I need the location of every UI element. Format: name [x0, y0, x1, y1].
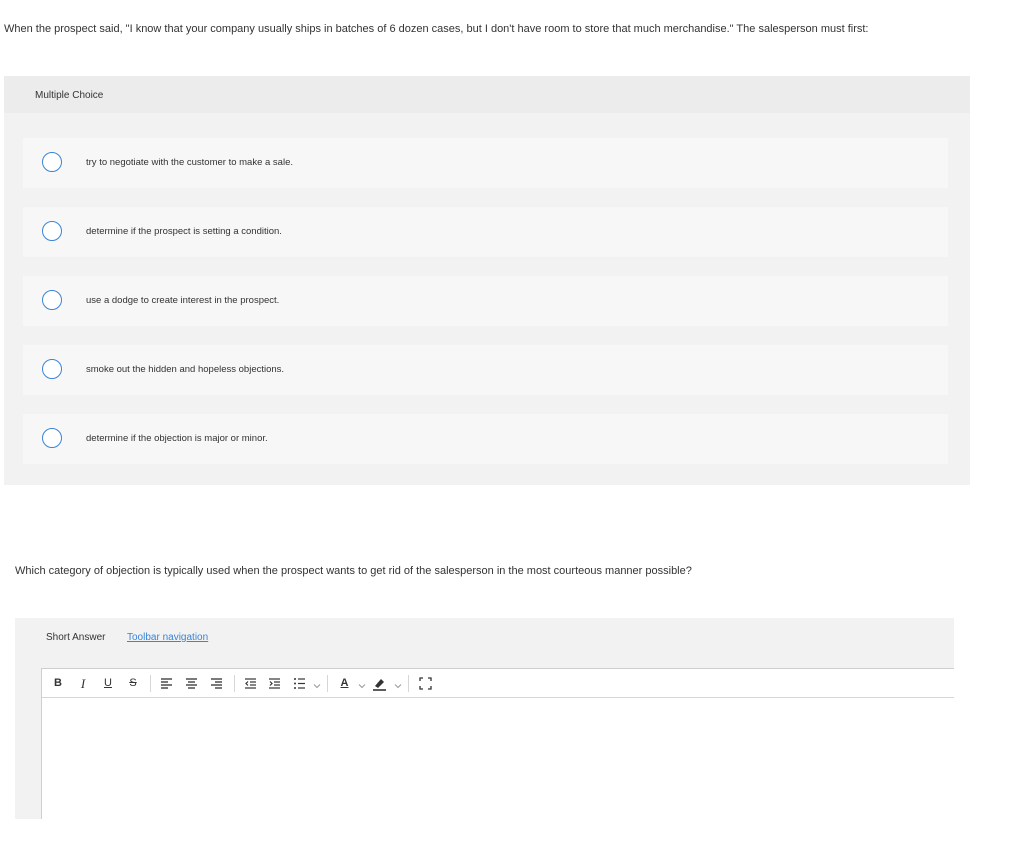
page: When the prospect said, "I know that you… [0, 0, 1024, 849]
radio-button[interactable] [42, 359, 62, 379]
align-center-icon[interactable] [185, 676, 198, 691]
radio-button[interactable] [42, 290, 62, 310]
editor-toolbar: B I U S A [42, 669, 954, 698]
indent-icon[interactable] [268, 676, 281, 691]
question-1-text: When the prospect said, "I know that you… [4, 23, 869, 35]
radio-button[interactable] [42, 221, 62, 241]
question-2-text: Which category of objection is typically… [15, 565, 692, 577]
toolbar-divider [234, 675, 235, 692]
option-3[interactable]: use a dodge to create interest in the pr… [23, 276, 948, 326]
bold-button[interactable]: B [52, 676, 64, 691]
question-type-label: Short Answer [46, 632, 106, 643]
toolbar-divider [150, 675, 151, 692]
short-answer-panel: Short Answer Toolbar navigation B I U S [15, 618, 954, 819]
fullscreen-icon[interactable] [419, 676, 432, 691]
font-color-button[interactable]: A [338, 676, 351, 691]
chevron-down-icon[interactable] [394, 678, 402, 689]
option-5[interactable]: determine if the objection is major or m… [23, 414, 948, 464]
toolbar-divider [408, 675, 409, 692]
toolbar-divider [327, 675, 328, 692]
option-label[interactable]: smoke out the hidden and hopeless object… [86, 364, 284, 375]
answer-text-area[interactable] [42, 698, 954, 819]
option-label[interactable]: use a dodge to create interest in the pr… [86, 295, 279, 306]
outdent-icon[interactable] [244, 676, 257, 691]
toolbar-navigation-link[interactable]: Toolbar navigation [127, 632, 208, 643]
radio-button[interactable] [42, 152, 62, 172]
question-type-label: Multiple Choice [35, 90, 104, 101]
bullet-list-icon[interactable] [293, 676, 306, 691]
align-left-icon[interactable] [160, 676, 173, 691]
rich-text-editor: B I U S A [41, 668, 954, 819]
option-1[interactable]: try to negotiate with the customer to ma… [23, 138, 948, 188]
strikethrough-button[interactable]: S [127, 676, 139, 691]
radio-button[interactable] [42, 428, 62, 448]
option-4[interactable]: smoke out the hidden and hopeless object… [23, 345, 948, 395]
option-label[interactable]: determine if the objection is major or m… [86, 433, 268, 444]
option-label[interactable]: try to negotiate with the customer to ma… [86, 157, 293, 168]
chevron-down-icon[interactable] [358, 678, 366, 689]
chevron-down-icon[interactable] [313, 678, 321, 689]
underline-button[interactable]: U [102, 676, 114, 691]
highlighter-icon[interactable] [372, 676, 387, 691]
multiple-choice-header: Multiple Choice [4, 76, 970, 113]
option-2[interactable]: determine if the prospect is setting a c… [23, 207, 948, 257]
option-label[interactable]: determine if the prospect is setting a c… [86, 226, 282, 237]
multiple-choice-panel: Multiple Choice try to negotiate with th… [4, 76, 970, 485]
align-right-icon[interactable] [210, 676, 223, 691]
italic-button[interactable]: I [78, 676, 88, 691]
